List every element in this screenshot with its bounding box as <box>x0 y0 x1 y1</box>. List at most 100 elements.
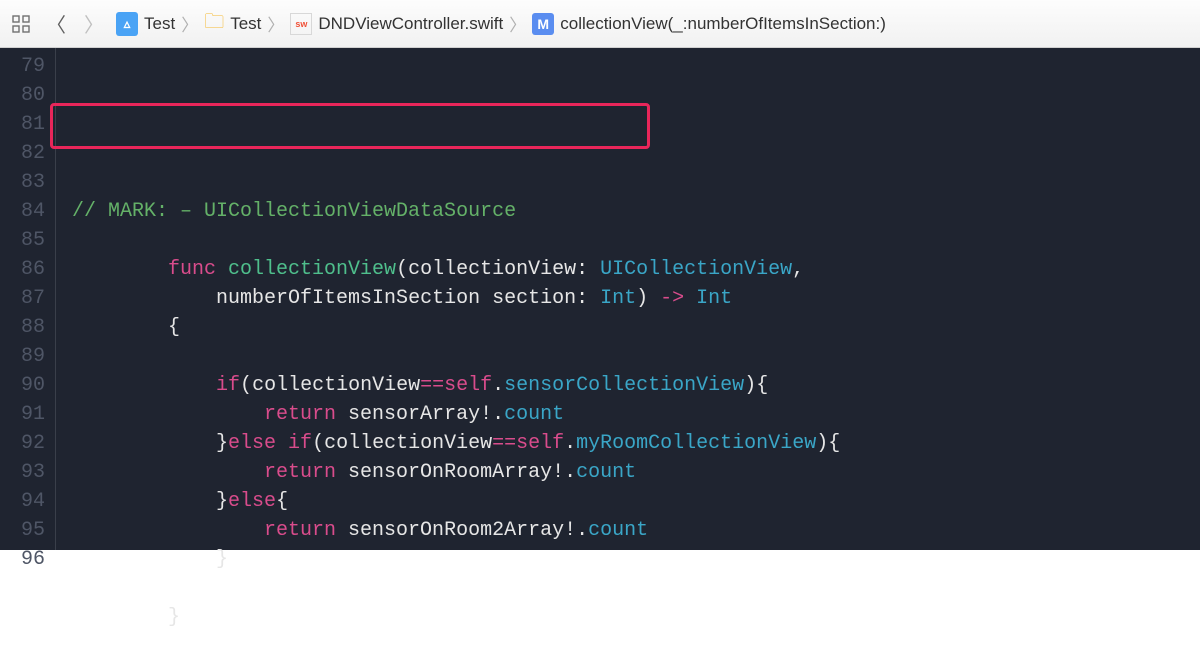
code-token: else <box>228 490 276 513</box>
code-line[interactable] <box>72 139 1200 168</box>
code-token: , <box>792 258 804 281</box>
code-token: collectionView <box>252 374 420 397</box>
line-number: 91 <box>4 400 45 429</box>
code-token: collectionView <box>324 432 492 455</box>
breadcrumb-label: collectionView(_:numberOfItemsInSection:… <box>560 14 886 34</box>
line-number: 89 <box>4 342 45 371</box>
code-line[interactable]: } <box>72 603 1200 632</box>
code-line[interactable]: return sensorArray!.count <box>72 400 1200 429</box>
nav-back-icon[interactable]: 〈 <box>40 9 72 38</box>
line-number: 85 <box>4 226 45 255</box>
breadcrumb-item-project[interactable]: ▵ Test <box>116 12 175 36</box>
code-token: count <box>576 461 636 484</box>
line-number: 79 <box>4 52 45 81</box>
code-line[interactable]: { <box>72 313 1200 342</box>
code-line[interactable]: }else{ <box>72 487 1200 516</box>
line-number: 81 <box>4 110 45 139</box>
line-number-gutter: 798081828384858687888990919293949596 <box>0 48 56 550</box>
code-token: self <box>444 374 492 397</box>
code-token: Int <box>600 287 636 310</box>
line-number: 84 <box>4 197 45 226</box>
breadcrumb-item-method[interactable]: M collectionView(_:numberOfItemsInSectio… <box>532 13 886 35</box>
line-number: 93 <box>4 458 45 487</box>
method-icon: M <box>532 13 554 35</box>
breadcrumb-item-file[interactable]: sw DNDViewController.swift <box>290 13 503 35</box>
code-token: ( <box>396 258 408 281</box>
code-token: return <box>264 519 348 542</box>
line-number: 90 <box>4 371 45 400</box>
folder-icon: 🗀 <box>204 7 224 41</box>
code-token: !. <box>552 461 576 484</box>
code-editor[interactable]: 798081828384858687888990919293949596 // … <box>0 48 1200 550</box>
swift-file-icon: sw <box>290 13 312 35</box>
code-line[interactable] <box>72 342 1200 371</box>
code-line[interactable] <box>72 574 1200 603</box>
code-token: ){ <box>816 432 840 455</box>
code-token: collectionView <box>408 258 576 281</box>
code-token: self <box>516 432 564 455</box>
line-number: 80 <box>4 81 45 110</box>
line-number: 82 <box>4 139 45 168</box>
code-token: sensorCollectionView <box>504 374 744 397</box>
code-token: sensorOnRoomArray <box>348 461 552 484</box>
code-token: ){ <box>744 374 768 397</box>
code-token: return <box>264 461 348 484</box>
code-token: if <box>216 374 240 397</box>
code-line[interactable]: numberOfItemsInSection section: Int) -> … <box>72 284 1200 313</box>
code-token: section <box>492 287 576 310</box>
line-number: 87 <box>4 284 45 313</box>
code-token: : <box>576 287 600 310</box>
nav-forward-icon[interactable]: 〉 <box>78 9 110 38</box>
code-token: } <box>216 490 228 513</box>
code-token: } <box>216 548 228 571</box>
jump-bar: 〈 〉 ▵ Test 〉 🗀 Test 〉 sw DNDViewControll… <box>0 0 1200 48</box>
breadcrumb-item-folder[interactable]: 🗀 Test <box>204 7 261 41</box>
code-line[interactable]: return sensorOnRoomArray!.count <box>72 458 1200 487</box>
code-line[interactable]: return sensorOnRoom2Array!.count <box>72 516 1200 545</box>
line-number: 88 <box>4 313 45 342</box>
code-token: sensorArray <box>348 403 480 426</box>
code-token: else if <box>228 432 312 455</box>
code-token: { <box>168 316 180 339</box>
code-token: == <box>492 432 516 455</box>
code-token: { <box>276 490 288 513</box>
code-token: sensorOnRoom2Array <box>348 519 564 542</box>
related-items-icon[interactable] <box>8 11 34 37</box>
code-line[interactable] <box>72 632 1200 661</box>
code-line[interactable] <box>72 168 1200 197</box>
code-token: !. <box>480 403 504 426</box>
code-token: func <box>168 258 228 281</box>
breadcrumb-separator: 〉 <box>181 11 198 36</box>
code-token: numberOfItemsInSection <box>216 287 492 310</box>
code-token: // MARK: – UICollectionViewDataSource <box>72 200 516 223</box>
line-number: 94 <box>4 487 45 516</box>
code-token: Int <box>696 287 732 310</box>
code-token: ( <box>240 374 252 397</box>
line-number: 83 <box>4 168 45 197</box>
code-token: . <box>564 432 576 455</box>
code-token: UICollectionView <box>600 258 792 281</box>
code-line[interactable]: if(collectionView==self.sensorCollection… <box>72 371 1200 400</box>
code-token: . <box>492 374 504 397</box>
code-token: ( <box>312 432 324 455</box>
code-line[interactable]: // MARK: – UICollectionViewDataSource <box>72 197 1200 226</box>
code-line[interactable]: } <box>72 545 1200 574</box>
code-line[interactable]: func collectionView(collectionView: UICo… <box>72 255 1200 284</box>
code-token: return <box>264 403 348 426</box>
code-token: } <box>168 606 180 629</box>
breadcrumb-label: DNDViewController.swift <box>318 14 503 34</box>
line-number: 86 <box>4 255 45 284</box>
code-line[interactable]: }else if(collectionView==self.myRoomColl… <box>72 429 1200 458</box>
breadcrumb-label: Test <box>230 14 261 34</box>
code-token: collectionView <box>228 258 396 281</box>
code-token: -> <box>660 287 696 310</box>
code-token: ) <box>636 287 660 310</box>
code-area[interactable]: // MARK: – UICollectionViewDataSource fu… <box>56 48 1200 550</box>
code-token: !. <box>564 519 588 542</box>
code-token: : <box>576 258 600 281</box>
code-token: == <box>420 374 444 397</box>
line-number: 92 <box>4 429 45 458</box>
code-token: } <box>216 432 228 455</box>
code-token: count <box>588 519 648 542</box>
code-line[interactable] <box>72 226 1200 255</box>
